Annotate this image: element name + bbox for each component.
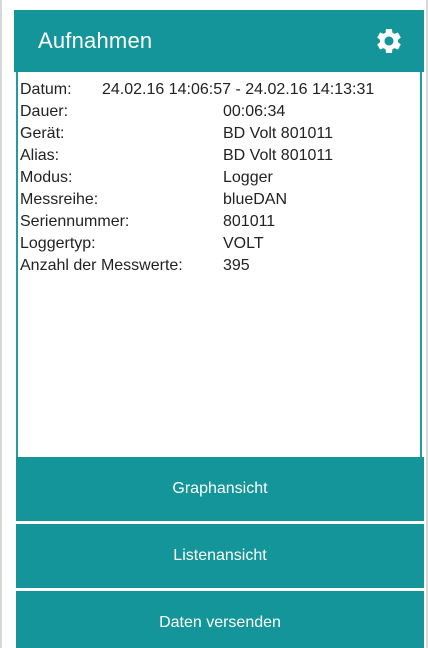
app-bar: Aufnahmen bbox=[14, 10, 424, 72]
settings-button[interactable] bbox=[372, 24, 406, 58]
detail-row-date: Datum: 24.02.16 14:06:57 - 24.02.16 14:1… bbox=[20, 79, 420, 101]
detail-value: 801011 bbox=[223, 213, 276, 230]
detail-row-logger-type: Loggertyp: VOLT bbox=[20, 233, 420, 255]
detail-value: Logger bbox=[223, 169, 273, 186]
detail-label: Datum: bbox=[20, 81, 72, 98]
detail-row-alias: Alias: BD Volt 801011 bbox=[20, 145, 420, 167]
detail-label: Alias: bbox=[20, 147, 60, 164]
detail-label: Modus: bbox=[20, 169, 73, 186]
detail-row-serial-number: Seriennummer: 801011 bbox=[20, 211, 420, 233]
graph-view-button[interactable]: Graphansicht bbox=[16, 457, 424, 521]
recording-details: Datum: 24.02.16 14:06:57 - 24.02.16 14:1… bbox=[16, 72, 422, 458]
gear-icon bbox=[377, 28, 401, 53]
detail-row-mode: Modus: Logger bbox=[20, 167, 420, 189]
app-bar-title: Aufnahmen bbox=[38, 28, 153, 53]
detail-value: blueDAN bbox=[223, 191, 288, 208]
detail-row-series: Messreihe: blueDAN bbox=[20, 189, 420, 211]
detail-row-measurement-count: Anzahl der Messwerte: 395 bbox=[20, 255, 420, 277]
detail-value: 395 bbox=[223, 257, 250, 274]
detail-label: Gerät: bbox=[20, 125, 65, 142]
action-buttons: Graphansicht Listenansicht Daten versend… bbox=[16, 457, 424, 648]
detail-value: BD Volt 801011 bbox=[223, 125, 334, 142]
screen: Aufnahmen Datum: 24.02.16 14:06:57 - 24.… bbox=[0, 0, 428, 648]
send-data-button[interactable]: Daten versenden bbox=[16, 591, 424, 648]
detail-label: Loggertyp: bbox=[20, 235, 96, 252]
detail-label: Messreihe: bbox=[20, 191, 99, 208]
detail-label: Seriennummer: bbox=[20, 213, 130, 230]
detail-value: 00:06:34 bbox=[223, 103, 286, 120]
detail-value: VOLT bbox=[223, 235, 264, 252]
detail-value: 24.02.16 14:06:57 - 24.02.16 14:13:31 bbox=[102, 81, 375, 98]
detail-label: Dauer: bbox=[20, 103, 69, 120]
detail-row-device: Gerät: BD Volt 801011 bbox=[20, 123, 420, 145]
detail-label: Anzahl der Messwerte: bbox=[20, 257, 183, 274]
detail-value: BD Volt 801011 bbox=[223, 147, 334, 164]
list-view-button[interactable]: Listenansicht bbox=[16, 524, 424, 588]
detail-row-duration: Dauer: 00:06:34 bbox=[20, 101, 420, 123]
